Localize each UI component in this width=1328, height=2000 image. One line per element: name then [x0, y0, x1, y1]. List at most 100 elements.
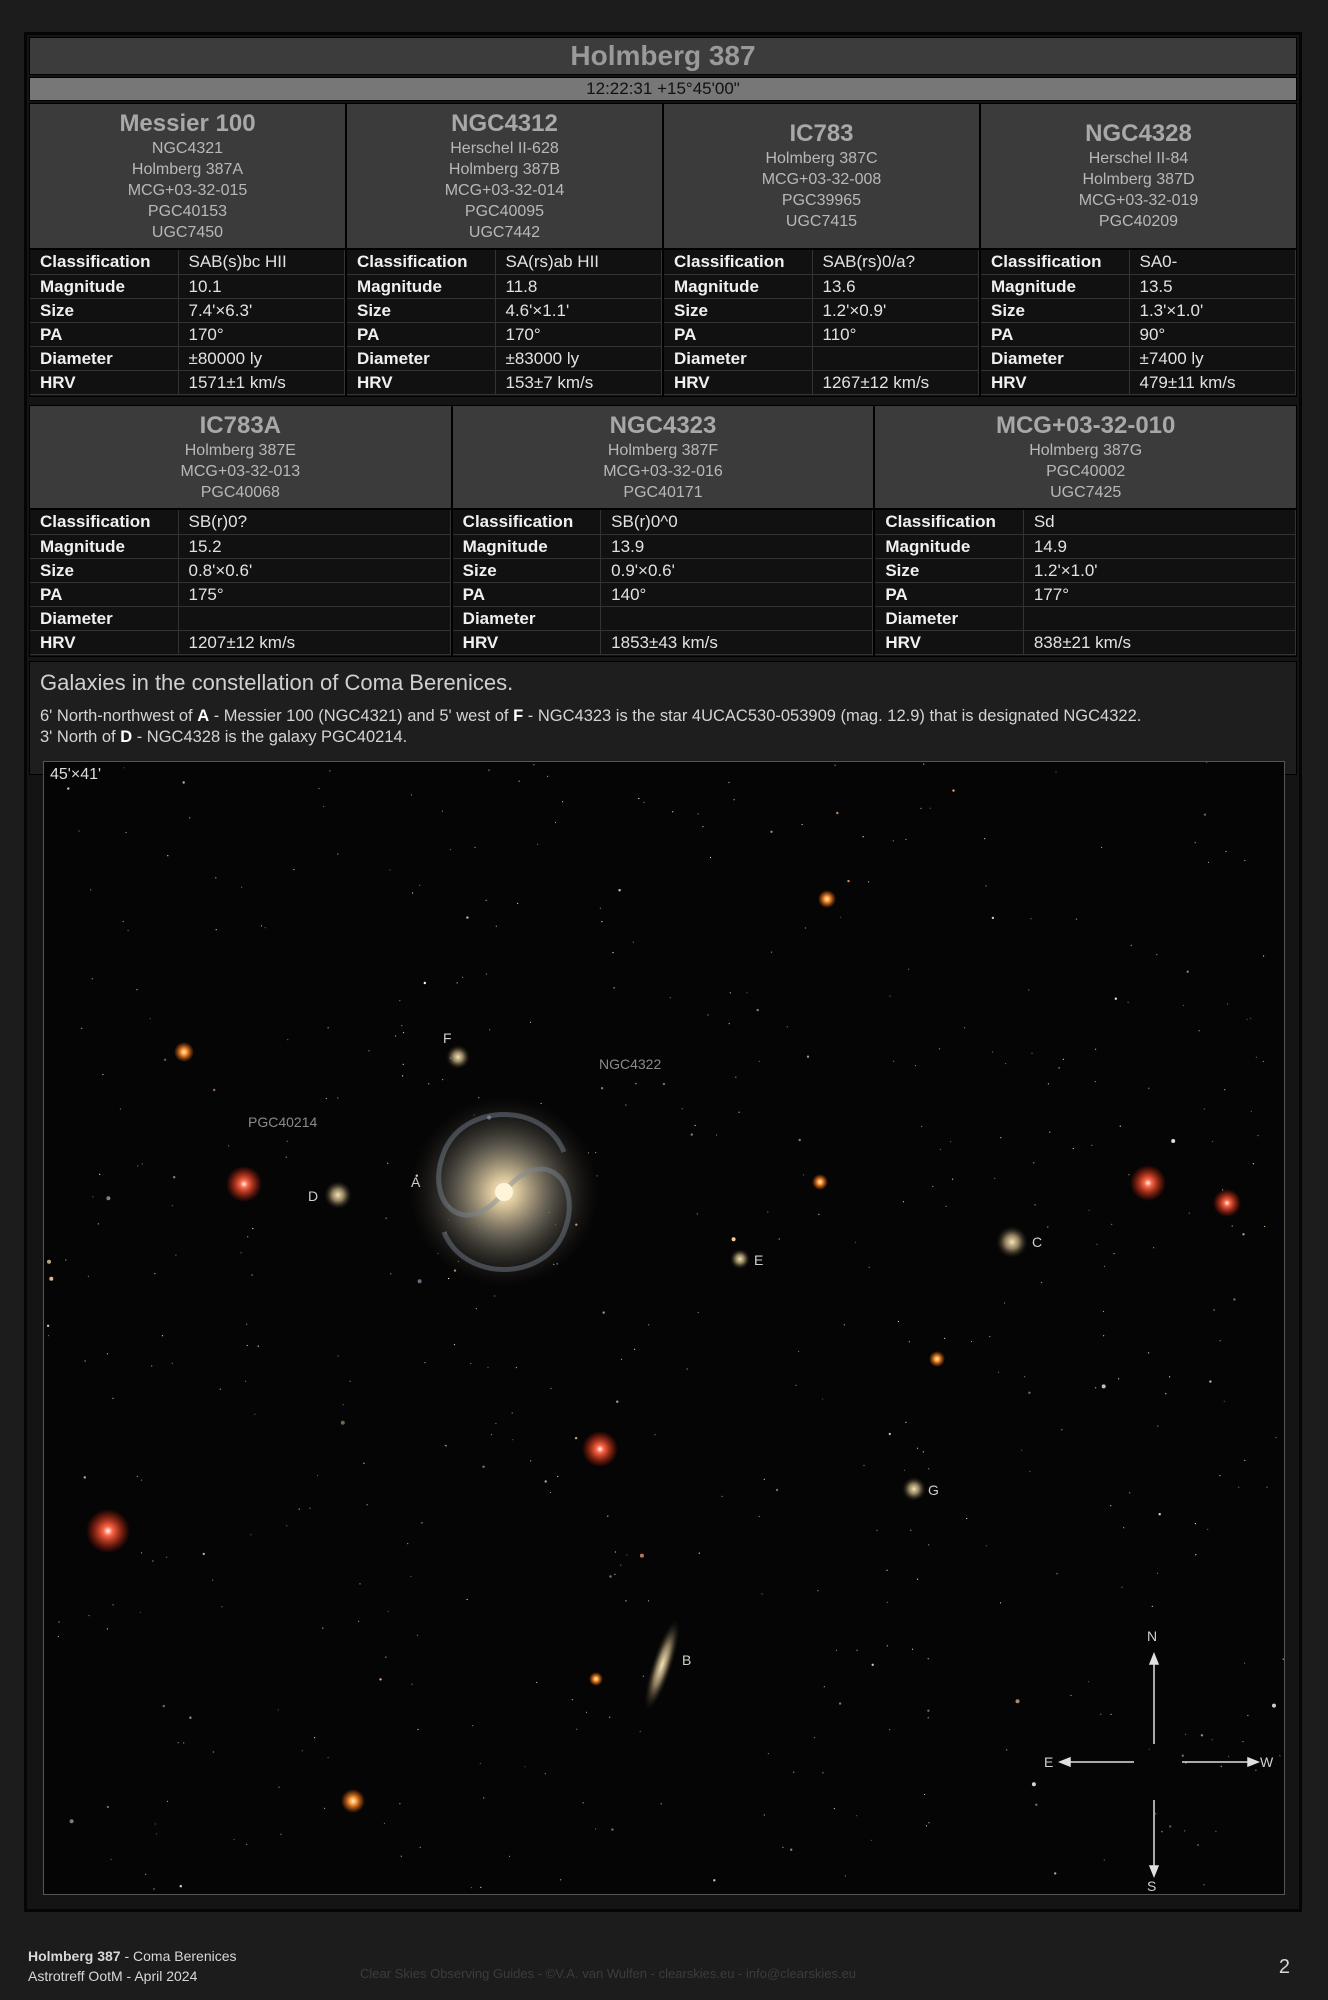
star: [540, 1102, 542, 1105]
star: [758, 1060, 760, 1062]
text: 3' North of: [40, 728, 121, 746]
star: [246, 1323, 248, 1325]
galaxy-m100-core: [495, 1183, 513, 1201]
star: [445, 1445, 447, 1447]
property-label: HRV: [452, 630, 602, 655]
star: [1148, 1352, 1150, 1354]
star: [822, 1772, 824, 1774]
star: [905, 838, 907, 841]
compass: [1057, 1651, 1261, 1879]
star: [756, 1008, 759, 1012]
star: [938, 1048, 941, 1050]
galaxy-alias: MCG+03-32-019: [1078, 192, 1199, 209]
star: [698, 1552, 700, 1554]
field-of-view: 45'×41': [50, 766, 102, 783]
star: [607, 1515, 609, 1517]
star: [964, 1027, 966, 1029]
star: [286, 1140, 288, 1142]
star: [385, 1656, 387, 1658]
star: [1158, 1513, 1161, 1516]
star: [106, 1196, 111, 1201]
star: [1030, 918, 1032, 920]
star: [449, 849, 451, 851]
star: [1219, 1340, 1221, 1342]
star: [67, 787, 70, 790]
star: [1197, 1844, 1199, 1846]
star: [893, 1060, 895, 1062]
star: [202, 1552, 205, 1556]
star: [221, 1606, 223, 1608]
star: [601, 921, 603, 923]
galaxy-name: NGC4312: [451, 109, 558, 137]
star: [614, 1551, 617, 1553]
star: [112, 1397, 114, 1399]
galaxy-ngc4323: [446, 1045, 470, 1069]
star: [818, 1213, 820, 1215]
property-label: Diameter: [347, 346, 496, 371]
star: [298, 1508, 300, 1510]
star: [888, 1432, 891, 1436]
property-value: 838±21 km/s: [1023, 630, 1297, 655]
star: [1250, 1017, 1252, 1019]
star: [782, 1846, 784, 1848]
property-label: HRV: [875, 630, 1024, 655]
star: [550, 1387, 552, 1389]
galaxy-properties: Classification SB(r)0? Magnitude 15.2 Size 0.…: [30, 510, 451, 655]
property-label: PA: [30, 582, 179, 607]
bright-star: [582, 1431, 618, 1467]
star: [889, 995, 891, 997]
star: [1070, 1694, 1072, 1697]
property-row: Diameter ±7400 ly: [981, 346, 1296, 371]
property-label: Magnitude: [875, 534, 1024, 559]
star: [817, 1590, 819, 1592]
star: [410, 794, 413, 796]
property-value: [812, 346, 979, 371]
property-row: Diameter ±80000 ly: [30, 346, 345, 371]
star: [945, 1205, 947, 1207]
galaxy-ic783: [996, 1226, 1028, 1258]
property-row: Size 7.4'×6.3': [30, 298, 345, 323]
star: [562, 801, 564, 803]
star: [1206, 762, 1208, 763]
galaxy-alias: MCG+03-32-016: [603, 462, 723, 480]
property-label: Magnitude: [452, 534, 602, 559]
star: [902, 1201, 905, 1203]
star: [611, 1828, 614, 1831]
star: [798, 1138, 801, 1142]
sky-image: 45'×41' A B C D E F G NGC4322 PGC40214 N…: [43, 761, 1285, 1895]
star: [795, 1384, 797, 1386]
star: [511, 1412, 513, 1414]
property-row: HRV 1571±1 km/s: [30, 370, 345, 395]
property-label: Size: [981, 298, 1130, 323]
star: [470, 1887, 472, 1889]
star: [137, 1165, 139, 1167]
star: [139, 1611, 141, 1613]
star: [342, 1404, 344, 1406]
star: [1021, 1449, 1023, 1451]
star: [141, 1163, 143, 1165]
property-row: Magnitude 15.2: [30, 534, 451, 559]
star: [634, 1348, 636, 1350]
property-label: PA: [981, 322, 1130, 347]
star: [923, 1793, 926, 1796]
star: [1110, 1505, 1112, 1507]
star: [1188, 1212, 1190, 1214]
star: [786, 1026, 788, 1028]
star: [886, 1645, 888, 1647]
star: [260, 925, 262, 927]
property-row: Magnitude 10.1: [30, 274, 345, 299]
star: [1061, 1429, 1063, 1431]
star: [399, 1000, 401, 1002]
star: [1095, 1387, 1097, 1389]
star: [870, 1839, 872, 1841]
star: [536, 1681, 538, 1684]
galaxy-alias: Holmberg 387D: [1082, 171, 1195, 188]
galaxy-alias: Holmberg 387G: [1029, 441, 1143, 459]
star: [903, 1469, 906, 1471]
property-value: SA(rs)ab HII: [495, 250, 662, 275]
star: [512, 1439, 514, 1441]
property-label: Classification: [875, 510, 1024, 535]
star: [1244, 859, 1246, 862]
property-row: HRV 479±11 km/s: [981, 370, 1296, 395]
galaxy-row-2: IC783A Holmberg 387E MCG+03-32-013 PGC40068…: [29, 405, 1298, 657]
